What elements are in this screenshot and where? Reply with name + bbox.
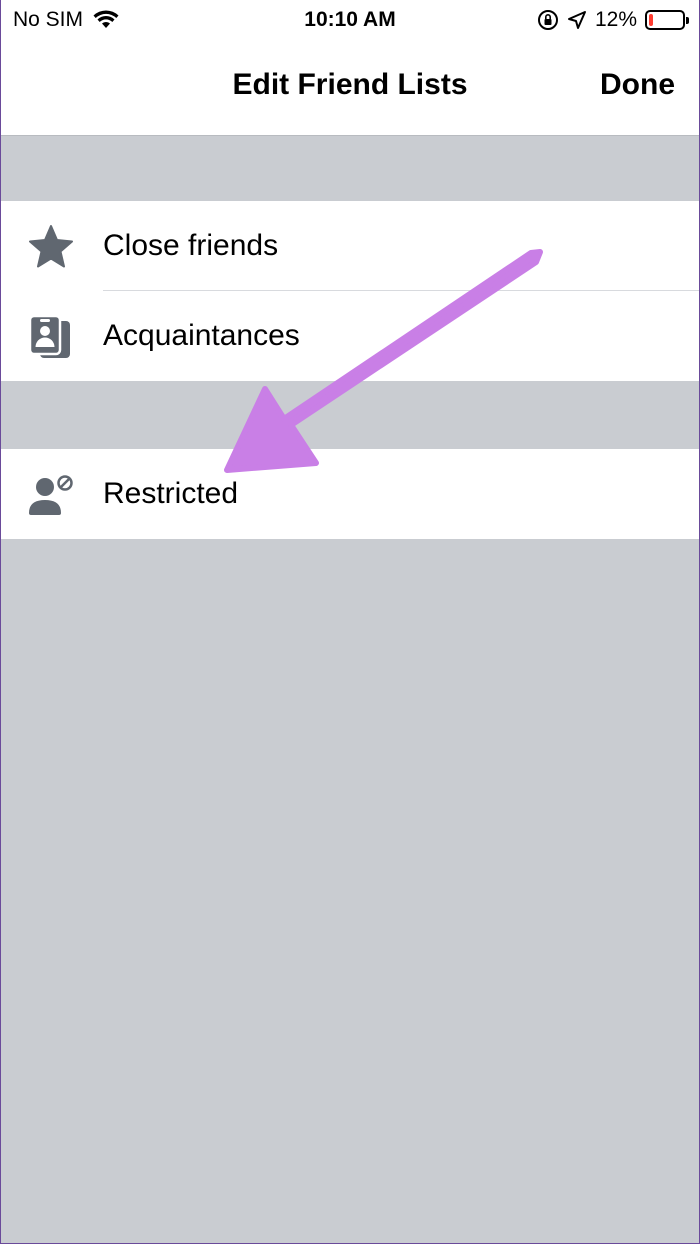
list-item-acquaintances[interactable]: Acquaintances bbox=[1, 291, 699, 381]
orientation-lock-icon bbox=[537, 10, 558, 30]
restricted-list-group: Restricted bbox=[1, 449, 699, 539]
friend-lists-group: Close friends Acquaintances bbox=[1, 201, 699, 381]
status-bar: No SIM 10:10 AM 12% bbox=[1, 0, 699, 40]
star-icon bbox=[29, 225, 73, 268]
list-item-label: Restricted bbox=[103, 477, 239, 510]
location-icon bbox=[567, 11, 586, 29]
status-right: 12% bbox=[537, 8, 689, 32]
id-cards-icon bbox=[28, 314, 70, 358]
list-item-close-friends[interactable]: Close friends bbox=[1, 201, 699, 291]
list-item-label: Acquaintances bbox=[103, 319, 300, 352]
battery-percent: 12% bbox=[594, 8, 637, 31]
navigation-bar: Edit Friend Lists Done bbox=[1, 40, 699, 136]
restricted-person-icon bbox=[29, 475, 73, 515]
list-item-restricted[interactable]: Restricted bbox=[1, 449, 699, 539]
done-button[interactable]: Done bbox=[600, 68, 675, 102]
battery-icon bbox=[645, 10, 689, 30]
battery-level-fill bbox=[649, 14, 653, 26]
list-item-label: Close friends bbox=[103, 229, 279, 262]
page-title: Edit Friend Lists bbox=[232, 68, 468, 101]
annotation-arrow bbox=[224, 249, 543, 473]
